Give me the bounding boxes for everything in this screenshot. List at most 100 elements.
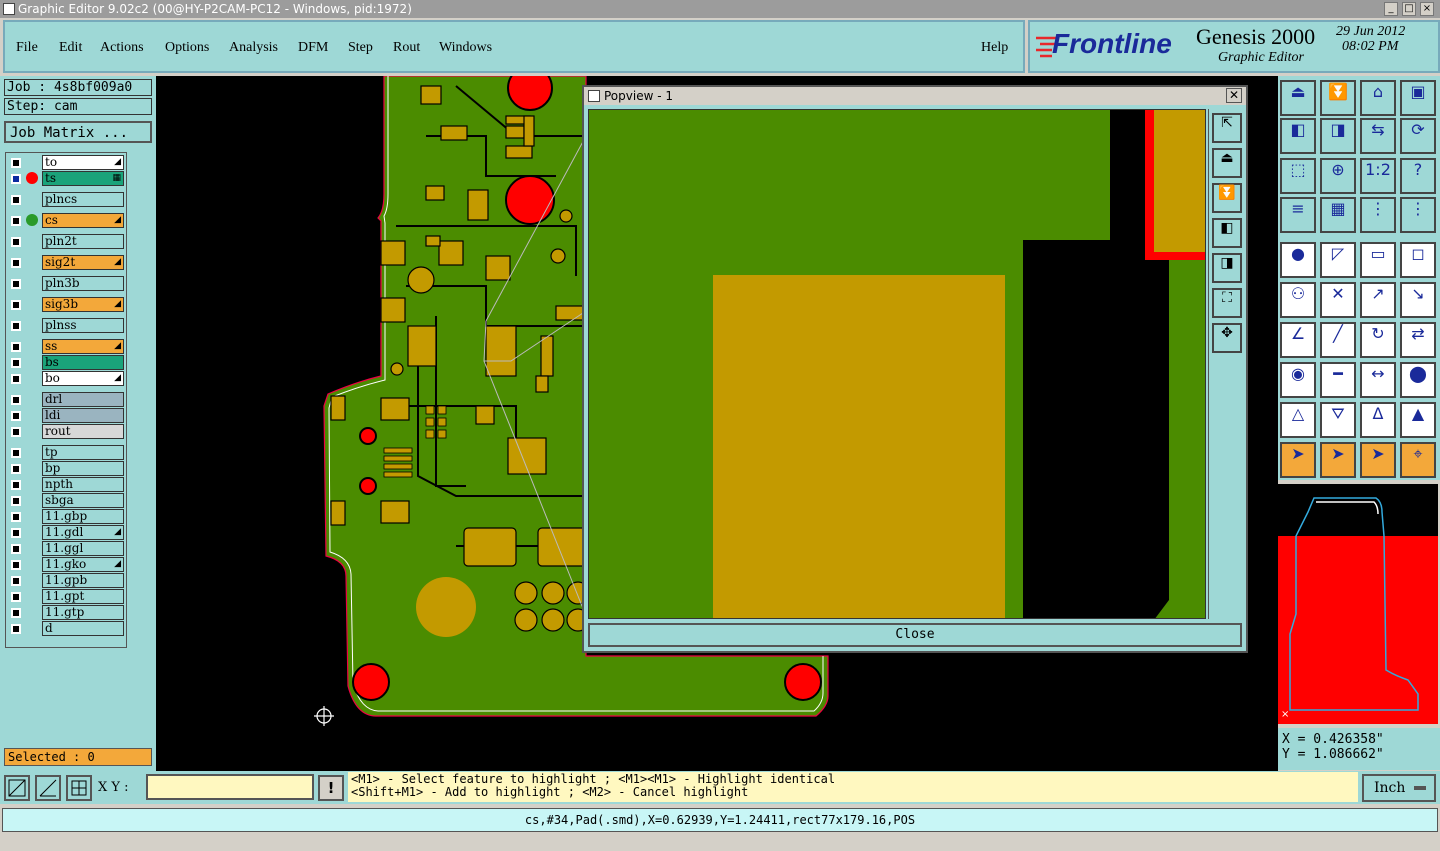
cross-icon[interactable]: ✕ xyxy=(1320,282,1356,318)
layer-name[interactable]: drl xyxy=(42,392,124,407)
layer-row-plnss[interactable]: plnss xyxy=(6,318,128,333)
layer-checkbox[interactable] xyxy=(11,216,21,226)
pan-right-icon[interactable]: ◨ xyxy=(1320,118,1356,154)
pop-center-icon[interactable]: ✥ xyxy=(1212,323,1242,353)
layer-checkbox[interactable] xyxy=(11,427,21,437)
menu-dfm[interactable]: DFM xyxy=(298,40,328,56)
layer-checkbox[interactable] xyxy=(11,237,21,247)
layer-row-11-gbp[interactable]: 11.gbp xyxy=(6,509,128,524)
layer-row-pln3b[interactable]: pln3b xyxy=(6,276,128,291)
layer-name[interactable]: sig3b ◢ xyxy=(42,297,124,312)
layer-name[interactable]: 11.gbp xyxy=(42,509,124,524)
layer-row-plncs[interactable]: plncs xyxy=(6,192,128,207)
layer-row-rout[interactable]: rout xyxy=(6,424,128,439)
layer-row-tp[interactable]: tp xyxy=(6,445,128,460)
layer-name[interactable]: bo ◢ xyxy=(42,371,124,386)
layer-row-d[interactable]: d xyxy=(6,621,128,636)
layer-checkbox[interactable] xyxy=(11,624,21,634)
select-icon[interactable]: ● xyxy=(1280,242,1316,278)
pop-up-icon[interactable]: ⏏ xyxy=(1212,148,1242,178)
layer-checkbox[interactable] xyxy=(11,512,21,522)
layer-row-11-gdl[interactable]: 11.gdl ◢ xyxy=(6,525,128,540)
menu-edit[interactable]: Edit xyxy=(59,40,82,56)
layer-name[interactable]: d xyxy=(42,621,124,636)
arc-icon[interactable]: ↻ xyxy=(1360,322,1396,358)
menu-step[interactable]: Step xyxy=(348,40,373,56)
layer-row-11-gpb[interactable]: 11.gpb xyxy=(6,573,128,588)
layer-checkbox[interactable] xyxy=(11,464,21,474)
layer-name[interactable]: 11.gtp xyxy=(42,605,124,620)
mirror-icon[interactable]: ⇄ xyxy=(1400,322,1436,358)
layer-name[interactable]: pln3b xyxy=(42,276,124,291)
pop-zoom-icon[interactable]: ⇱ xyxy=(1212,113,1242,143)
layer-row-bs[interactable]: bs xyxy=(6,355,128,370)
menu-windows[interactable]: Windows xyxy=(439,40,492,56)
xy-input[interactable] xyxy=(146,774,314,800)
layer-checkbox[interactable] xyxy=(11,258,21,268)
popview-close-button[interactable]: Close xyxy=(588,623,1242,647)
query-icon[interactable]: ? xyxy=(1400,158,1436,194)
home-icon[interactable]: ⌂ xyxy=(1360,80,1396,116)
arrow-b-icon[interactable]: Δ xyxy=(1360,402,1396,438)
layer-name[interactable]: 11.gpb xyxy=(42,573,124,588)
layer-checkbox[interactable] xyxy=(11,411,21,421)
layer-row-ts[interactable]: ts ▦ xyxy=(6,171,128,186)
layer-row-pln2t[interactable]: pln2t xyxy=(6,234,128,249)
settings-icon[interactable]: ≡ xyxy=(1280,197,1316,233)
zoom-in-icon[interactable]: ⏬ xyxy=(1320,80,1356,116)
layer-alt-icon[interactable]: ⋮ xyxy=(1400,197,1436,233)
pointer-box-icon[interactable]: ➤ xyxy=(1320,442,1356,478)
distance-icon[interactable]: ↔ xyxy=(1360,362,1396,398)
pointer-path-icon[interactable]: ⌖ xyxy=(1400,442,1436,478)
layer-name[interactable]: to ◢ xyxy=(42,155,124,170)
layer-row-11-gtp[interactable]: 11.gtp xyxy=(6,605,128,620)
minus-icon[interactable]: ━ xyxy=(1320,362,1356,398)
layer-name[interactable]: plnss xyxy=(42,318,124,333)
grid-icon[interactable] xyxy=(66,775,92,801)
menu-analysis[interactable]: Analysis xyxy=(229,40,278,56)
ruler-icon[interactable]: ▭ xyxy=(1360,242,1396,278)
maximize-button[interactable]: □ xyxy=(1402,2,1416,16)
layer-checkbox[interactable] xyxy=(11,158,21,168)
layer-row-sig3b[interactable]: sig3b ◢ xyxy=(6,297,128,312)
pan-left-icon[interactable]: ◧ xyxy=(1280,118,1316,154)
layer-name[interactable]: tp xyxy=(42,445,124,460)
layer-row-sig2t[interactable]: sig2t ◢ xyxy=(6,255,128,270)
layer-checkbox[interactable] xyxy=(11,544,21,554)
snap-icon[interactable] xyxy=(4,775,30,801)
layer-name[interactable]: npth xyxy=(42,477,124,492)
arrow-a-icon[interactable]: ⛛ xyxy=(1320,402,1356,438)
connect-icon[interactable]: ⚇ xyxy=(1280,282,1316,318)
units-dropdown[interactable]: Inch xyxy=(1362,774,1436,802)
layer-name[interactable]: sig2t ◢ xyxy=(42,255,124,270)
alert-icon[interactable]: ! xyxy=(318,775,344,801)
popview-canvas[interactable] xyxy=(588,109,1206,619)
layer-row-11-gpt[interactable]: 11.gpt xyxy=(6,589,128,604)
job-matrix-button[interactable]: Job Matrix ... xyxy=(4,121,152,143)
overview-map[interactable]: × xyxy=(1278,484,1438,724)
arrow-c-icon[interactable]: ▲ xyxy=(1400,402,1436,438)
menu-help[interactable]: Help xyxy=(981,40,1008,56)
pointer-circle-icon[interactable]: ➤ xyxy=(1360,442,1396,478)
layer-checkbox[interactable] xyxy=(11,174,21,184)
layer-name[interactable]: sbga xyxy=(42,493,124,508)
layer-row-ss[interactable]: ss ◢ xyxy=(6,339,128,354)
shapes-icon[interactable]: ⬤ xyxy=(1400,362,1436,398)
line-icon[interactable]: ╱ xyxy=(1320,322,1356,358)
layer-checkbox[interactable] xyxy=(11,195,21,205)
window-icon[interactable]: ▣ xyxy=(1400,80,1436,116)
layer-checkbox[interactable] xyxy=(11,300,21,310)
ratio-icon[interactable]: 1:2 xyxy=(1360,158,1396,194)
menu-rout[interactable]: Rout xyxy=(393,40,420,56)
triangle-icon[interactable]: △ xyxy=(1280,402,1316,438)
layer-name[interactable]: bp xyxy=(42,461,124,476)
menu-actions[interactable]: Actions xyxy=(100,40,144,56)
menu-file[interactable]: File xyxy=(16,40,38,56)
redraw-icon[interactable]: ⟳ xyxy=(1400,118,1436,154)
layer-name[interactable]: cs ◢ xyxy=(42,213,124,228)
layer-name[interactable]: 11.gdl ◢ xyxy=(42,525,124,540)
layer-row-bp[interactable]: bp xyxy=(6,461,128,476)
layer-name[interactable]: bs xyxy=(42,355,124,370)
frame-icon[interactable]: ◻ xyxy=(1400,242,1436,278)
snap-line-icon[interactable]: ↘ xyxy=(1400,282,1436,318)
